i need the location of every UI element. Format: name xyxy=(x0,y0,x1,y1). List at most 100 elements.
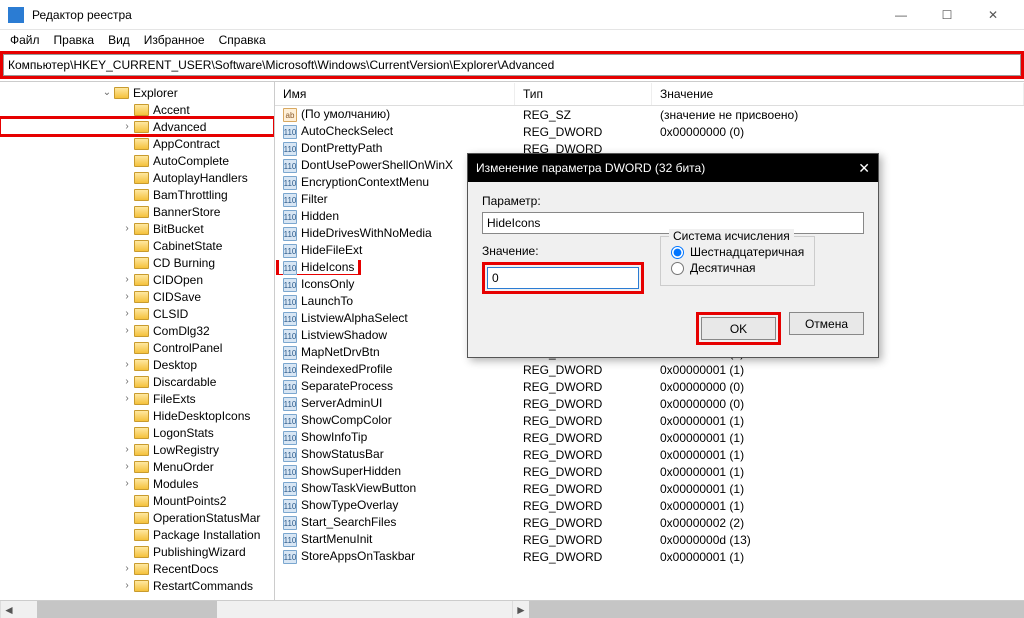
chevron-right-icon[interactable]: › xyxy=(120,563,134,574)
value-row[interactable]: 110ShowCompColorREG_DWORD0x00000001 (1) xyxy=(275,412,1024,429)
value-type: REG_DWORD xyxy=(515,533,652,547)
tree-item-mountpoints2[interactable]: MountPoints2 xyxy=(0,492,274,509)
tree-item-cidsave[interactable]: ›CIDSave xyxy=(0,288,274,305)
menu-edit[interactable]: Правка xyxy=(48,31,101,49)
menu-view[interactable]: Вид xyxy=(102,31,136,49)
value-row[interactable]: 110ShowInfoTipREG_DWORD0x00000001 (1) xyxy=(275,429,1024,446)
value-input[interactable] xyxy=(487,267,639,289)
value-row[interactable]: 110ServerAdminUIREG_DWORD0x00000000 (0) xyxy=(275,395,1024,412)
menu-file[interactable]: Файл xyxy=(4,31,46,49)
scroll-left-icon[interactable]: ◄ xyxy=(0,601,17,618)
value-data: 0x00000001 (1) xyxy=(652,550,1024,564)
chevron-right-icon[interactable]: › xyxy=(120,444,134,455)
h-scrollbar[interactable]: ◄ ► xyxy=(0,600,1024,618)
value-name: HideIcons xyxy=(301,260,354,274)
value-name: DontUsePowerShellOnWinX xyxy=(301,158,453,172)
value-row[interactable]: 110ShowTaskViewButtonREG_DWORD0x00000001… xyxy=(275,480,1024,497)
radio-dec-input[interactable] xyxy=(671,262,684,275)
dialog-close-icon[interactable]: ✕ xyxy=(858,160,870,177)
tree-item-logonstats[interactable]: LogonStats xyxy=(0,424,274,441)
tree-item-autoplayhandlers[interactable]: AutoplayHandlers xyxy=(0,169,274,186)
tree-item-clsid[interactable]: › CLSID xyxy=(0,305,274,322)
tree-item-cidopen[interactable]: ›CIDOpen xyxy=(0,271,274,288)
value-data: 0x00000000 (0) xyxy=(652,397,1024,411)
value-row[interactable]: ab(По умолчанию)REG_SZ(значение не присв… xyxy=(275,106,1024,123)
tree-label: Explorer xyxy=(133,86,178,100)
reg-dw-icon: 110 xyxy=(283,159,297,173)
chevron-right-icon[interactable]: › xyxy=(120,478,134,489)
tree-item-bamthrottling[interactable]: BamThrottling xyxy=(0,186,274,203)
radio-dec[interactable]: Десятичная xyxy=(671,261,804,275)
chevron-right-icon[interactable]: › xyxy=(120,325,134,336)
value-row[interactable]: 110Start_SearchFilesREG_DWORD0x00000002 … xyxy=(275,514,1024,531)
tree-item-advanced[interactable]: ›Advanced xyxy=(0,118,274,135)
menu-help[interactable]: Справка xyxy=(213,31,272,49)
tree-item-lowregistry[interactable]: ›LowRegistry xyxy=(0,441,274,458)
value-row[interactable]: 110ShowSuperHiddenREG_DWORD0x00000001 (1… xyxy=(275,463,1024,480)
value-row[interactable]: 110ShowStatusBarREG_DWORD0x00000001 (1) xyxy=(275,446,1024,463)
value-row[interactable]: 110ReindexedProfileREG_DWORD0x00000001 (… xyxy=(275,361,1024,378)
tree-item-cd-burning[interactable]: CD Burning xyxy=(0,254,274,271)
scroll-thumb[interactable] xyxy=(529,601,1024,618)
tree-item-bitbucket[interactable]: ›BitBucket xyxy=(0,220,274,237)
chevron-right-icon[interactable]: › xyxy=(120,223,134,234)
chevron-right-icon[interactable]: › xyxy=(120,308,134,319)
value-row[interactable]: 110SeparateProcessREG_DWORD0x00000000 (0… xyxy=(275,378,1024,395)
chevron-down-icon[interactable]: ⌄ xyxy=(100,87,114,98)
col-value[interactable]: Значение xyxy=(652,83,1024,105)
chevron-right-icon[interactable]: › xyxy=(120,359,134,370)
cancel-button[interactable]: Отмена xyxy=(789,312,864,335)
col-type[interactable]: Тип xyxy=(515,83,652,105)
value-row[interactable]: 110ShowTypeOverlayREG_DWORD0x00000001 (1… xyxy=(275,497,1024,514)
tree-item-operationstatusmar[interactable]: OperationStatusMar xyxy=(0,509,274,526)
radio-hex-input[interactable] xyxy=(671,246,684,259)
dialog-titlebar[interactable]: Изменение параметра DWORD (32 бита) ✕ xyxy=(468,154,878,182)
chevron-right-icon[interactable]: › xyxy=(120,393,134,404)
tree-pane[interactable]: ⌄ ExplorerAccent›AdvancedAppContractAutoC… xyxy=(0,82,275,600)
tree-item-autocomplete[interactable]: AutoComplete xyxy=(0,152,274,169)
value-row[interactable]: 110AutoCheckSelectREG_DWORD0x00000000 (0… xyxy=(275,123,1024,140)
tree-item-appcontract[interactable]: AppContract xyxy=(0,135,274,152)
tree-item-restartcommands[interactable]: ›RestartCommands xyxy=(0,577,274,594)
tree-item-accent[interactable]: Accent xyxy=(0,101,274,118)
address-bar[interactable]: Компьютер\HKEY_CURRENT_USER\Software\Mic… xyxy=(3,54,1021,76)
value-name: ListviewShadow xyxy=(301,328,387,342)
value-name: Filter xyxy=(301,192,328,206)
tree-item-controlpanel[interactable]: ControlPanel xyxy=(0,339,274,356)
tree-item-recentdocs[interactable]: ›RecentDocs xyxy=(0,560,274,577)
value-name: ShowTypeOverlay xyxy=(301,498,398,512)
col-name[interactable]: Имя xyxy=(275,83,515,105)
tree-item-menuorder[interactable]: ›MenuOrder xyxy=(0,458,274,475)
scroll-thumb[interactable] xyxy=(37,601,217,618)
chevron-right-icon[interactable]: › xyxy=(120,461,134,472)
tree-item-cabinetstate[interactable]: CabinetState xyxy=(0,237,274,254)
chevron-right-icon[interactable]: › xyxy=(120,274,134,285)
chevron-right-icon[interactable]: › xyxy=(120,291,134,302)
tree-item-package-installation[interactable]: Package Installation xyxy=(0,526,274,543)
ok-button[interactable]: OK xyxy=(701,317,776,340)
chevron-right-icon[interactable]: › xyxy=(120,376,134,387)
folder-icon xyxy=(134,580,149,592)
radio-hex[interactable]: Шестнадцатеричная xyxy=(671,245,804,259)
tree-item-discardable[interactable]: ›Discardable xyxy=(0,373,274,390)
menu-favorites[interactable]: Избранное xyxy=(138,31,211,49)
tree-item-bannerstore[interactable]: BannerStore xyxy=(0,203,274,220)
scroll-right-icon[interactable]: ► xyxy=(512,601,529,618)
tree-label: CLSID xyxy=(153,307,188,321)
tree-item-explorer[interactable]: ⌄ Explorer xyxy=(0,84,274,101)
close-button[interactable]: ✕ xyxy=(970,0,1016,30)
chevron-right-icon[interactable]: › xyxy=(120,121,134,132)
tree-item-desktop[interactable]: ›Desktop xyxy=(0,356,274,373)
tree-item-fileexts[interactable]: ›FileExts xyxy=(0,390,274,407)
tree-item-comdlg32[interactable]: ›ComDlg32 xyxy=(0,322,274,339)
maximize-button[interactable]: ☐ xyxy=(924,0,970,30)
reg-dw-icon: 110 xyxy=(283,516,297,530)
tree-item-modules[interactable]: ›Modules xyxy=(0,475,274,492)
tree-item-publishingwizard[interactable]: PublishingWizard xyxy=(0,543,274,560)
value-row[interactable]: 110StoreAppsOnTaskbarREG_DWORD0x00000001… xyxy=(275,548,1024,565)
chevron-right-icon[interactable]: › xyxy=(120,580,134,591)
tree-item-hidedesktopicons[interactable]: HideDesktopIcons xyxy=(0,407,274,424)
minimize-button[interactable]: — xyxy=(878,0,924,30)
value-row[interactable]: 110StartMenuInitREG_DWORD0x0000000d (13) xyxy=(275,531,1024,548)
tree-label: MountPoints2 xyxy=(153,494,226,508)
